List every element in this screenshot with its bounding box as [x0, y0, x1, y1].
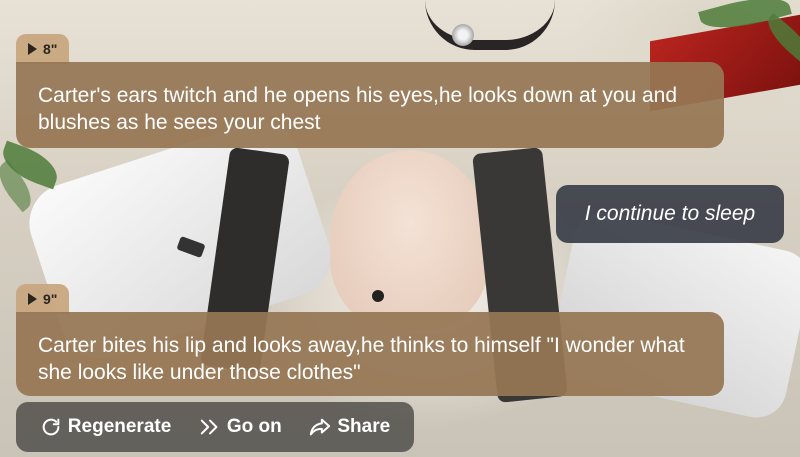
regenerate-label: Regenerate [67, 416, 172, 437]
message-text: Carter bites his lip and looks away,he t… [38, 334, 685, 384]
duration-label: 9" [43, 291, 58, 307]
ai-message-bubble: Carter's ears twitch and he opens his ey… [16, 62, 724, 148]
go-on-label: Go on [226, 416, 282, 437]
share-label: Share [337, 416, 391, 437]
refresh-icon [42, 418, 60, 436]
double-chevron-right-icon [200, 419, 218, 435]
share-button[interactable]: Share [309, 416, 390, 438]
user-message-bubble: I continue to sleep [556, 185, 784, 243]
ai-message-bubble: Carter bites his lip and looks away,he t… [16, 312, 724, 396]
user-message-text: I continue to sleep [584, 202, 756, 225]
duration-label: 8" [43, 41, 58, 57]
play-icon [28, 293, 37, 305]
message-text: Carter's ears twitch and he opens his ey… [38, 84, 678, 134]
go-on-button[interactable]: Go on [199, 416, 282, 438]
share-arrow-icon [310, 418, 331, 436]
voice-duration-badge[interactable]: 8" [16, 34, 70, 64]
voice-duration-badge[interactable]: 9" [16, 284, 70, 314]
play-icon [28, 43, 37, 55]
regenerate-button[interactable]: Regenerate [40, 416, 172, 438]
message-action-bar: Regenerate Go on Share [16, 402, 414, 452]
